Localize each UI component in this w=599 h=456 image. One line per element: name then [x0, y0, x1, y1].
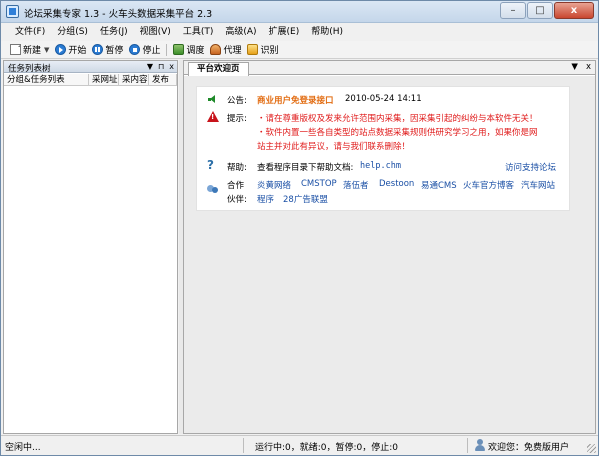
status-idle: 空闲中... — [5, 443, 41, 453]
partner-link[interactable]: Destoon — [379, 179, 414, 189]
menu-extensions[interactable]: 扩展(E) — [263, 23, 306, 41]
help-text: 查看程序目录下帮助文档: — [257, 163, 354, 173]
partner-link[interactable]: 落伍者 — [343, 179, 369, 191]
menu-file[interactable]: 文件(F) — [9, 23, 51, 41]
partner-label-1: 合作 — [227, 181, 245, 191]
announce-label: 公告: — [227, 96, 247, 106]
start-button[interactable]: 开始 — [52, 42, 89, 58]
help-icon: ? — [207, 158, 214, 172]
status-task-counts: 运行中:0，就绪:0，暂停:0，停止:0 — [255, 443, 399, 453]
pause-button[interactable]: 暂停 — [89, 42, 126, 58]
tip-line-1: ・请在尊重版权及发来允许范围内采集，因采集引起的纠纷与本软件无关！ — [257, 114, 538, 124]
maximize-button[interactable]: □ — [527, 2, 553, 19]
schedule-icon — [173, 44, 185, 55]
window-title: 论坛采集专家 1.3 - 火车头数据采集平台 2.3 — [24, 9, 213, 20]
help-file-link[interactable]: help.chm — [360, 161, 401, 171]
task-tree-title: 任务列表树 — [8, 64, 51, 74]
menu-advanced[interactable]: 高级(A) — [219, 23, 262, 41]
menu-view[interactable]: 视图(V) — [134, 23, 177, 41]
column-header-content[interactable]: 采内容 — [119, 74, 149, 85]
stop-button[interactable]: 停止 — [126, 42, 163, 58]
close-button[interactable]: x — [554, 2, 594, 19]
menu-bar: 文件(F) 分组(S) 任务(J) 视图(V) 工具(T) 高级(A) 扩展(E… — [1, 23, 598, 41]
support-forum-link[interactable]: 访问支持论坛 — [505, 161, 556, 173]
tip-line-2: ・软件内置一些各自类型的站点数据采集规则供研究学习之用，如果你是网 — [257, 128, 538, 138]
status-bar: 空闲中... 运行中:0，就绪:0，暂停:0，停止:0 欢迎您：免费版用户 — [1, 435, 598, 455]
partner-link[interactable]: 火车官方博客 — [463, 179, 514, 191]
tab-bar: 平台欢迎页 ▼ x — [184, 61, 595, 76]
chevron-down-icon[interactable]: ▼ — [44, 46, 49, 54]
partner-link[interactable]: 28广告联盟 — [283, 193, 328, 205]
proxy-icon — [210, 44, 222, 55]
toolbar-divider — [166, 43, 168, 56]
pause-icon — [92, 44, 104, 55]
play-icon — [55, 44, 67, 55]
announce-link[interactable]: 商业用户免登录接口 — [257, 94, 334, 106]
partner-link[interactable]: 易通CMS — [421, 179, 457, 191]
minimize-button[interactable]: – — [500, 2, 526, 19]
welcome-page: 公告: 商业用户免登录接口 2010-05-24 14:11 提示: ・请在尊重… — [184, 76, 595, 433]
new-document-icon — [10, 44, 21, 55]
title-bar: 论坛采集专家 1.3 - 火车头数据采集平台 2.3 – □ x — [1, 1, 598, 23]
app-logo-icon — [6, 5, 19, 18]
partner-link[interactable]: 汽车网站 — [521, 179, 555, 191]
user-icon — [474, 439, 486, 451]
menu-tools[interactable]: 工具(T) — [177, 23, 220, 41]
welcome-card: 公告: 商业用户免登录接口 2010-05-24 14:11 提示: ・请在尊重… — [196, 86, 570, 211]
column-header-urls[interactable]: 采网址 — [89, 74, 119, 85]
help-label: 帮助: — [227, 163, 247, 173]
task-tree-header: 任务列表树 ▼ ⊓ x — [4, 61, 177, 74]
status-divider — [467, 438, 468, 453]
menu-help[interactable]: 帮助(H) — [305, 23, 349, 41]
pin-icon[interactable]: ⊓ — [158, 61, 164, 73]
window-controls: – □ x — [500, 2, 594, 19]
column-header-publish[interactable]: 发布 — [149, 74, 177, 85]
partners-icon — [207, 183, 219, 194]
ocr-button[interactable]: 识别 — [244, 42, 281, 58]
app-window: 论坛采集专家 1.3 - 火车头数据采集平台 2.3 – □ x 文件(F) 分… — [0, 0, 599, 456]
partner-label-2: 伙伴: — [227, 195, 247, 205]
column-header-group-task[interactable]: 分组&任务列表 — [4, 74, 89, 85]
proxy-button[interactable]: 代理 — [207, 42, 244, 58]
status-divider — [243, 438, 244, 453]
partner-link[interactable]: 程序 — [257, 193, 274, 205]
tab-list-icon[interactable]: ▼ — [571, 61, 578, 74]
partner-link[interactable]: CMSTOP — [301, 179, 337, 189]
resize-grip-icon[interactable] — [587, 444, 596, 453]
new-button[interactable]: 新建 ▼ — [7, 42, 52, 58]
menu-group[interactable]: 分组(S) — [51, 23, 94, 41]
status-user: 欢迎您：免费版用户 — [488, 443, 570, 453]
partner-link[interactable]: 炎黄网络 — [257, 179, 291, 191]
toolbar: 新建 ▼ 开始 暂停 停止 调度 代理 识别 — [1, 41, 598, 59]
ocr-icon — [247, 44, 259, 55]
speaker-icon — [208, 95, 218, 104]
tab-close-icon[interactable]: x — [586, 61, 591, 74]
document-panel: 平台欢迎页 ▼ x 公告: 商业用户免登录接口 2010-05-24 14:11… — [183, 60, 596, 434]
schedule-button[interactable]: 调度 — [170, 42, 207, 58]
panel-menu-icon[interactable]: ▼ — [147, 61, 153, 73]
tip-line-3: 站主并对此有异议，请与我们联系删除！ — [257, 142, 411, 152]
task-tree-panel: 任务列表树 ▼ ⊓ x 分组&任务列表 采网址 采内容 发布 — [3, 60, 178, 434]
stop-icon — [129, 44, 141, 55]
menu-task[interactable]: 任务(J) — [94, 23, 134, 41]
announce-date: 2010-05-24 14:11 — [345, 94, 422, 104]
tip-label: 提示: — [227, 114, 247, 124]
task-tree-columns: 分组&任务列表 采网址 采内容 发布 — [4, 74, 177, 86]
warning-icon — [207, 111, 219, 122]
panel-close-icon[interactable]: x — [169, 61, 174, 73]
tab-welcome[interactable]: 平台欢迎页 — [188, 62, 249, 76]
